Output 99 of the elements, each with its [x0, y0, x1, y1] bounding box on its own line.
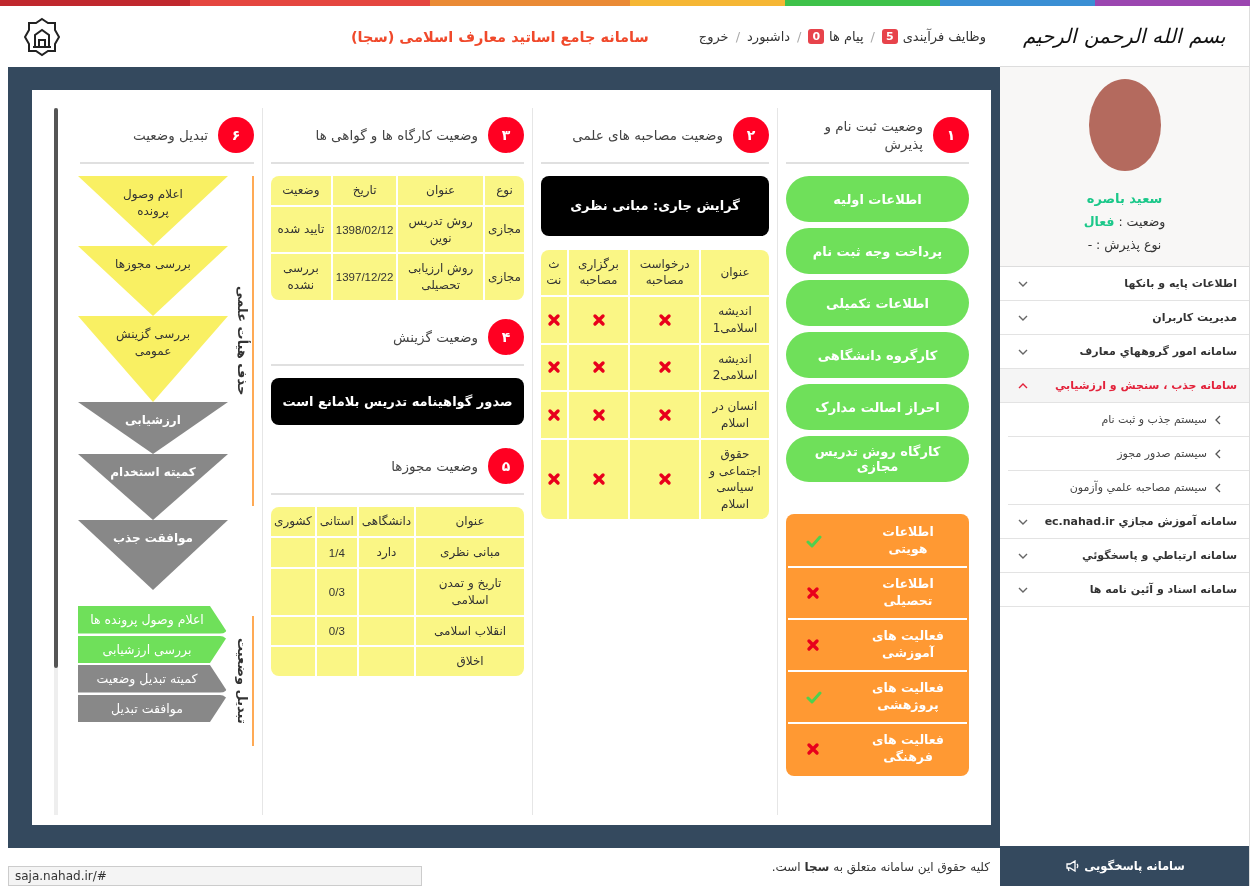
- copyright-text: کلیه حقوق این سامانه متعلق به سجا است.: [771, 860, 990, 874]
- column-header: دانشگاهی: [356, 507, 415, 539]
- chevron-up-icon: [1018, 382, 1028, 389]
- funnel-step: موافقت جذب: [78, 520, 228, 590]
- table-cell: انسان در اسلام: [699, 392, 769, 440]
- chevron-down-icon: [1018, 280, 1028, 287]
- table-cell-text: بررسی نشده: [282, 260, 320, 295]
- table-cell: مجازی: [482, 206, 524, 255]
- funnel-step: بررسی گزینش عمومی: [78, 316, 228, 402]
- menu-item[interactable]: سامانه آموزش مجازي ec.nahad.ir: [1000, 505, 1249, 539]
- menu-item[interactable]: اطلاعات پایه و بانکها: [1000, 267, 1249, 301]
- funnel-step: اعلام وصول پرونده: [78, 176, 228, 246]
- chevron-down-icon: [1018, 314, 1028, 321]
- column-header: وضعیت: [271, 176, 331, 207]
- submenu-item[interactable]: سيستم مصاحبه علمي وآزمون: [1008, 471, 1249, 505]
- table-cell: 0/3: [314, 616, 357, 648]
- menu-item[interactable]: سامانه اسناد و آئین نامه ها: [1000, 573, 1249, 607]
- chevron-left-icon: [1215, 482, 1221, 493]
- table-cell: مبانی نظری: [414, 538, 524, 570]
- step-number-badge: ۲: [733, 117, 769, 153]
- nav-link[interactable]: خروج: [698, 29, 729, 44]
- table-cell: 1/4: [314, 538, 357, 570]
- status-bar-url: saja.nahad.ir/#: [8, 866, 422, 886]
- table-cell: انقلاب اسلامی: [414, 616, 524, 648]
- document-label: فعالیت های آموزشی: [870, 628, 946, 662]
- stage-step: بررسی ارزشیابی: [78, 635, 228, 663]
- chevron-down-icon: [1018, 348, 1028, 355]
- stage-step: اعلام وصول پرونده ها: [78, 606, 228, 634]
- submenu-item[interactable]: سيستم جذب و ثبت نام: [1008, 403, 1249, 437]
- step-number-badge: ۶: [218, 117, 254, 153]
- menu-item[interactable]: سامانه جذب ، سنجش و ارزشيابي: [1000, 369, 1249, 403]
- support-button[interactable]: سامانه پاسخگویی: [1000, 846, 1249, 886]
- step-number-badge: ۳: [488, 117, 524, 153]
- vertical-label: تبدیل وضعیت: [232, 616, 254, 746]
- status-label: وضعیت :: [1118, 214, 1166, 229]
- funnel-step: بررسی مجوزها: [78, 246, 228, 316]
- table-cell: 1397/12/22: [330, 254, 397, 300]
- table-cell: حقوق اجتماعی و سیاسی اسلام: [699, 439, 769, 520]
- chevron-down-icon: [1018, 552, 1028, 559]
- section-title: وضعیت گزینش: [392, 327, 478, 347]
- funnel-step: ارزشیابی: [78, 402, 228, 454]
- count-badge: 0: [808, 29, 825, 44]
- admission-type: نوع پذیرش : -: [1087, 237, 1162, 252]
- megaphone-icon: [1064, 860, 1081, 872]
- table-cell: اندیشه اسلامی1: [699, 297, 769, 345]
- table-cell: 0/3: [314, 569, 357, 617]
- table-cell: اخلاق: [414, 647, 524, 677]
- document-label: اطلاعات هویتی: [881, 524, 935, 558]
- breadcrumb-separator: /: [735, 29, 741, 44]
- column-header: کشوری: [271, 507, 315, 539]
- step-number-badge: ۴: [488, 319, 524, 355]
- section-title: وضعیت مصاحبه های علمی: [572, 125, 723, 145]
- table-cell: 1398/02/12: [330, 206, 397, 255]
- column-header: تاریخ: [330, 176, 397, 207]
- step-number-badge: ۱: [933, 117, 969, 153]
- column-header: عنوان: [396, 176, 483, 207]
- chevron-left-icon: [1215, 414, 1221, 425]
- breadcrumb-separator: /: [870, 29, 875, 44]
- table-cell: روش تدریس نوین: [396, 206, 483, 255]
- column-header: عنوان: [699, 249, 769, 298]
- document-label: اطلاعات تحصیلی: [881, 576, 935, 610]
- table-cell: روش ارزیابی تحصیلی: [396, 254, 483, 300]
- column-header: برگزاری مصاحبه: [566, 249, 629, 298]
- nav-link[interactable]: داشبورد: [747, 29, 791, 44]
- section-title: وضعیت ثبت نام و پذیرش: [823, 116, 923, 154]
- table-cell: مجازی: [482, 254, 524, 300]
- status-value: فعال: [1083, 214, 1115, 229]
- user-name: سعید باصره: [1086, 191, 1163, 206]
- chevron-down-icon: [1018, 586, 1028, 593]
- step-number-badge: ۵: [488, 448, 524, 485]
- stage-step: کمیته تبدیل وضعیت: [78, 665, 228, 693]
- system-title: سامانه جامع اساتید معارف اسلامی (سجا): [350, 28, 649, 45]
- document-label: فعالیت های پروژهشی: [870, 680, 946, 714]
- count-badge: 5: [882, 29, 898, 44]
- column-header: ث نت: [541, 249, 567, 298]
- section-title: وضعیت کارگاه ها و گواهی ها: [315, 125, 478, 145]
- chevron-down-icon: [1018, 518, 1028, 525]
- table-cell: تایید شده: [271, 206, 331, 255]
- column-header: استانی: [314, 507, 357, 539]
- menu-item[interactable]: مدیریت کاربران: [1000, 301, 1249, 335]
- section-title: وضعیت مجوزها: [391, 457, 478, 476]
- table-cell: اندیشه اسلامی2: [699, 344, 769, 393]
- column-header: نوع: [482, 176, 524, 207]
- stage-step: موافقت تبدیل: [78, 694, 228, 722]
- emblem-logo: [22, 16, 62, 57]
- chevron-left-icon: [1215, 448, 1221, 459]
- column-header: درخواست مصاحبه: [628, 249, 699, 298]
- column-header: عنوان: [414, 507, 524, 539]
- breadcrumb-separator: /: [797, 29, 802, 44]
- funnel-step: کمیته استخدام: [78, 454, 228, 520]
- menu-item[interactable]: سامانه ارتباطي و پاسخگوئي: [1000, 539, 1249, 573]
- selection-notice: صدور گواهینامه تدریس بلامانع است: [271, 378, 524, 426]
- current-track-notice: گرایش جاری: مبانی نظری: [541, 176, 769, 236]
- document-label: فعالیت های فرهنگی: [870, 732, 946, 766]
- submenu-item[interactable]: سيستم صدور مجوز: [1008, 437, 1249, 471]
- table-cell: دارد: [356, 538, 415, 570]
- table-cell: تاریخ و تمدن اسلامی: [414, 569, 524, 617]
- vertical-label: حذف هیأت علمی: [232, 176, 254, 506]
- section-title: تبدیل وضعیت: [133, 125, 208, 145]
